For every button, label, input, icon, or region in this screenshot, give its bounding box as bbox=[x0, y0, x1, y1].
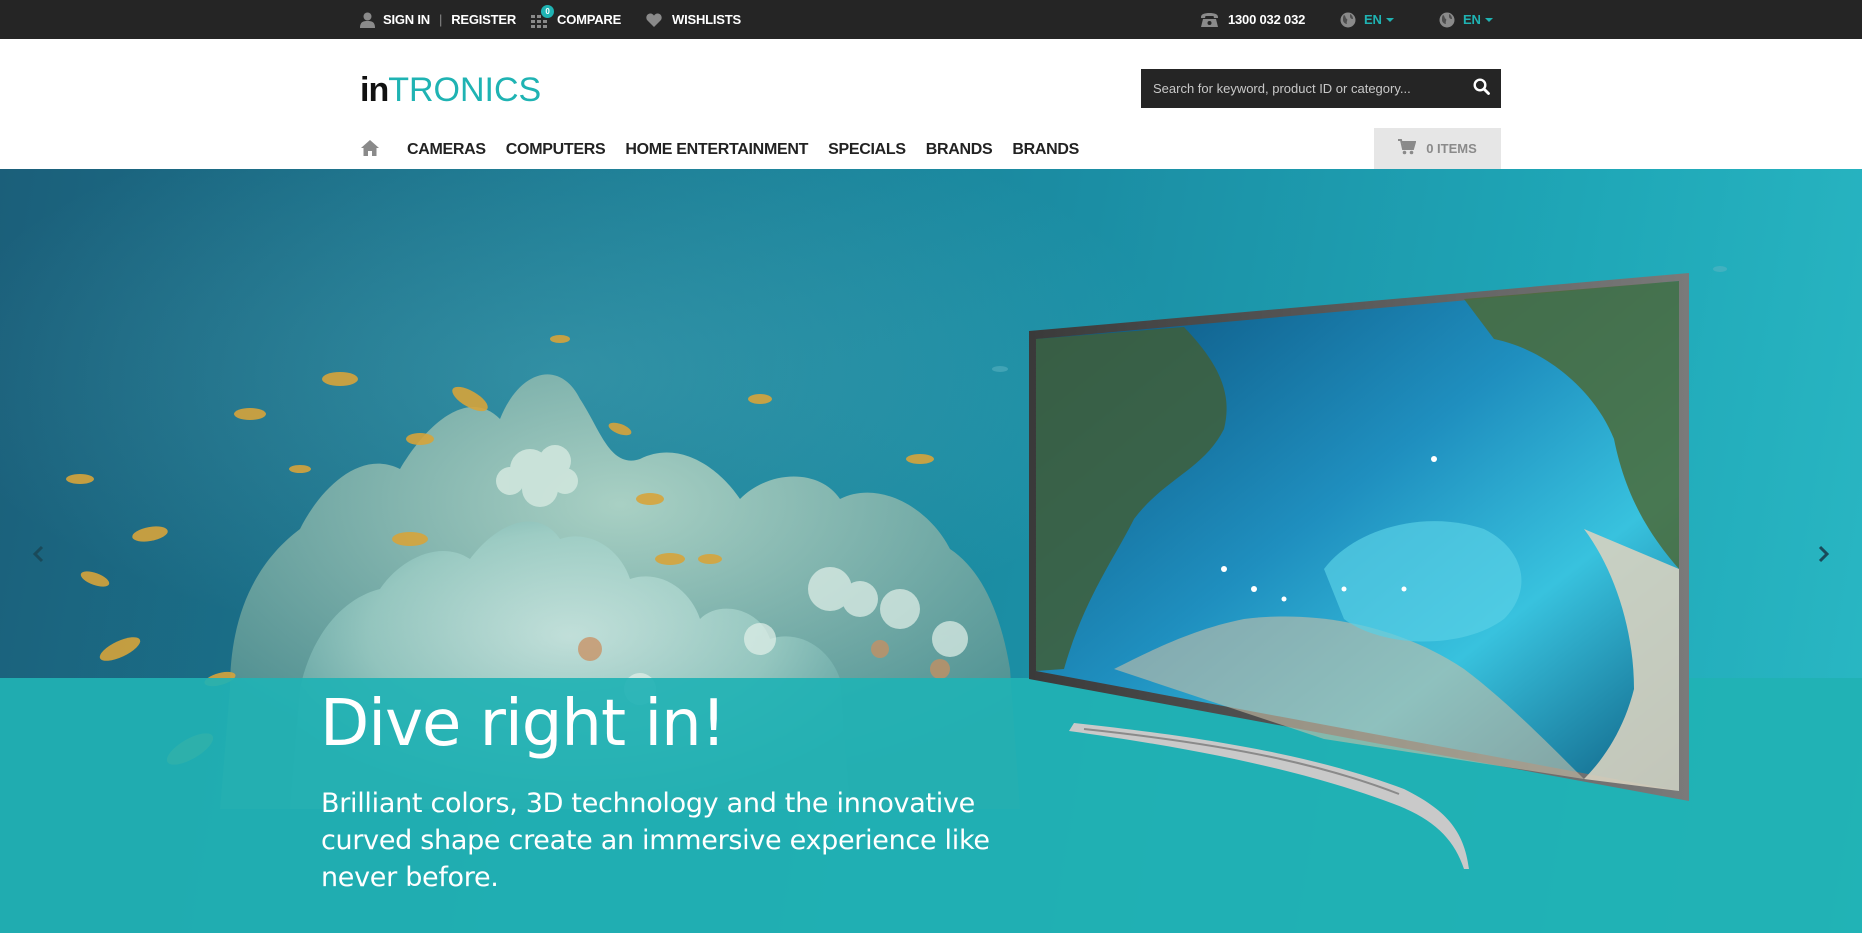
nav-item-home-entertainment[interactable]: HOME ENTERTAINMENT bbox=[625, 141, 808, 159]
language-value-2: EN bbox=[1463, 12, 1481, 27]
top-bar: SIGN IN | REGISTER 0 COMPARE WISHLISTS 1… bbox=[0, 0, 1862, 39]
cart-label: 0 ITEMS bbox=[1426, 141, 1477, 156]
chevron-left-icon bbox=[32, 545, 44, 568]
slider-next-button[interactable] bbox=[1814, 541, 1834, 571]
phone-info: 1300 032 032 bbox=[1200, 0, 1305, 39]
nav-item-cameras[interactable]: CAMERAS bbox=[407, 141, 486, 159]
sign-in-link[interactable]: SIGN IN bbox=[383, 12, 430, 27]
account-links: SIGN IN | REGISTER bbox=[360, 0, 516, 39]
nav-item-brands-2[interactable]: BRANDS bbox=[1012, 141, 1079, 159]
user-icon bbox=[360, 12, 375, 28]
nav-item-computers[interactable]: COMPUTERS bbox=[506, 141, 606, 159]
account-separator: | bbox=[439, 12, 443, 27]
phone-icon bbox=[1200, 12, 1219, 27]
logo-light-part: TRONICS bbox=[388, 71, 542, 109]
compare-link[interactable]: 0 COMPARE bbox=[531, 0, 621, 39]
search-icon bbox=[1472, 77, 1490, 100]
main-nav: CAMERAS COMPUTERS HOME ENTERTAINMENT SPE… bbox=[360, 135, 1099, 165]
compare-count-badge: 0 bbox=[541, 4, 554, 18]
globe-icon bbox=[1340, 12, 1356, 28]
hero-slider: Dive right in! Brilliant colors, 3D tech… bbox=[0, 169, 1862, 933]
wishlists-link[interactable]: WISHLISTS bbox=[646, 0, 741, 39]
search-bar bbox=[1141, 69, 1501, 108]
register-link[interactable]: REGISTER bbox=[451, 12, 516, 27]
cart-icon bbox=[1398, 139, 1426, 158]
chevron-right-icon bbox=[1818, 545, 1830, 568]
nav-item-specials[interactable]: SPECIALS bbox=[828, 141, 906, 159]
cart-button[interactable]: 0 ITEMS bbox=[1374, 128, 1501, 169]
chevron-down-icon bbox=[1385, 17, 1394, 22]
search-input[interactable] bbox=[1141, 69, 1461, 108]
curved-tv-image bbox=[1029, 273, 1689, 869]
compare-label: COMPARE bbox=[557, 12, 622, 27]
language-value-1: EN bbox=[1364, 12, 1382, 27]
slider-prev-button[interactable] bbox=[28, 541, 48, 571]
home-icon bbox=[360, 139, 380, 162]
phone-number: 1300 032 032 bbox=[1228, 12, 1306, 27]
search-button[interactable] bbox=[1461, 69, 1501, 108]
compare-icon: 0 bbox=[531, 4, 554, 29]
wishlists-label: WISHLISTS bbox=[672, 12, 741, 27]
heart-icon bbox=[646, 12, 662, 27]
hero-description: Brilliant colors, 3D technology and the … bbox=[321, 788, 990, 893]
language-selector-1[interactable]: EN bbox=[1340, 0, 1394, 39]
globe-icon bbox=[1439, 12, 1455, 28]
site-logo[interactable]: in TRONICS bbox=[360, 71, 542, 109]
hero-title: Dive right in! bbox=[320, 687, 726, 761]
chevron-down-icon bbox=[1484, 17, 1493, 22]
logo-bold-part: in bbox=[360, 71, 389, 109]
language-selector-2[interactable]: EN bbox=[1439, 0, 1493, 39]
nav-item-brands[interactable]: BRANDS bbox=[926, 141, 993, 159]
home-link[interactable] bbox=[360, 139, 380, 162]
